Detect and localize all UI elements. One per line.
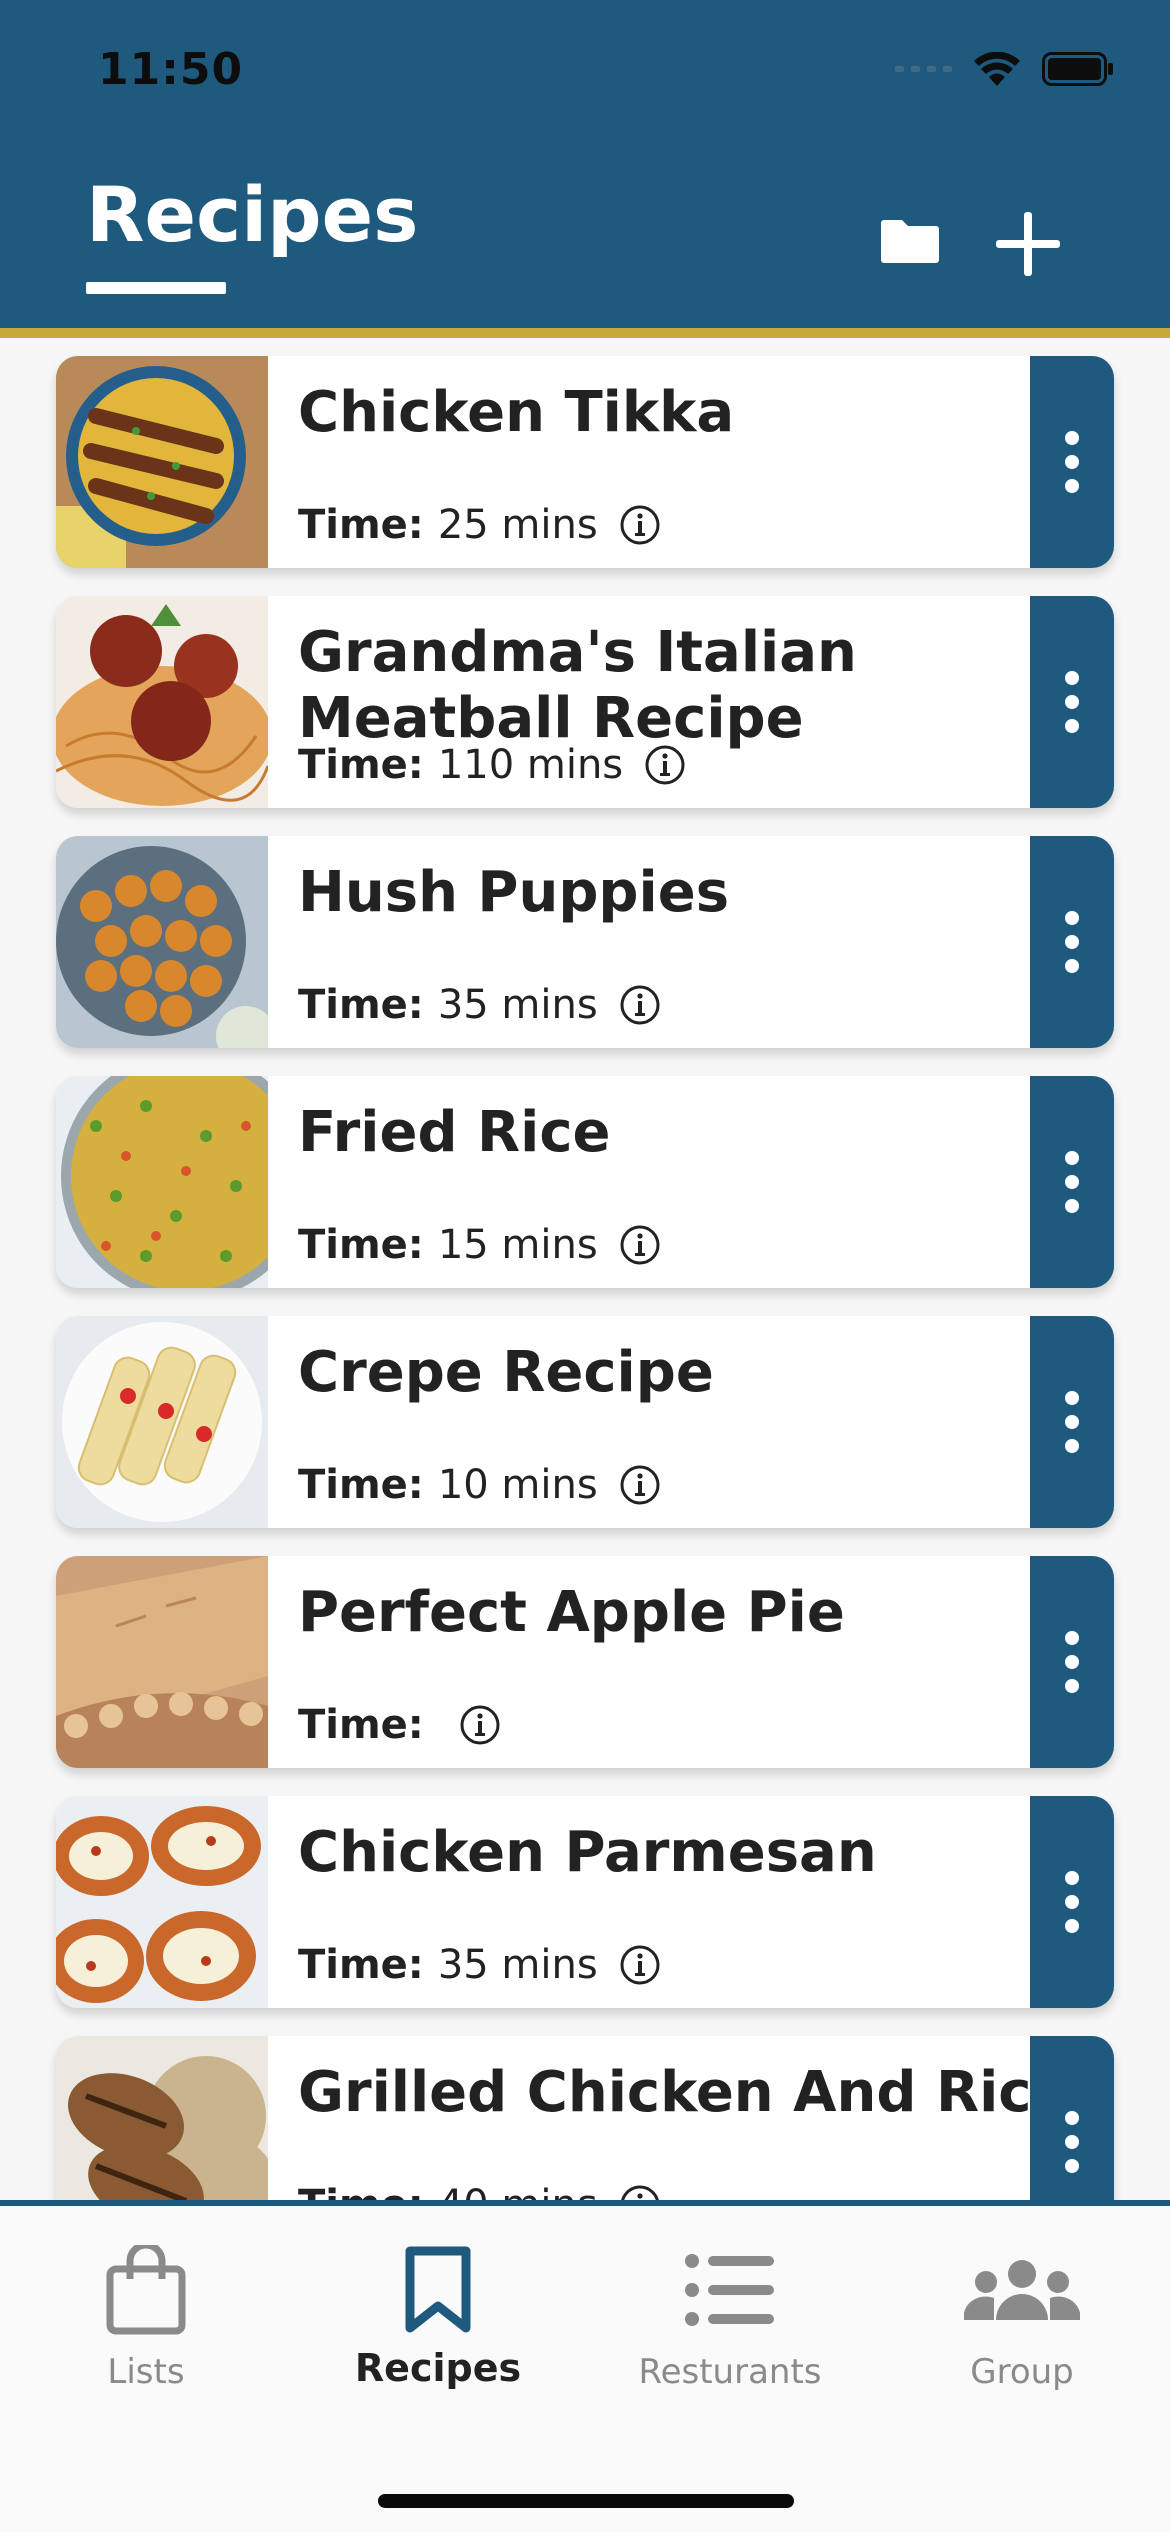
folder-button[interactable] <box>874 208 946 272</box>
recipe-thumbnail <box>56 1076 268 1288</box>
status-icons <box>895 52 1114 86</box>
time-value: 40 mins <box>438 2182 598 2200</box>
more-vertical-icon <box>1065 911 1079 973</box>
status-time: 11:50 <box>98 44 244 95</box>
shopping-bag-icon <box>106 2245 186 2335</box>
info-icon[interactable] <box>458 1703 502 1747</box>
recipe-name: Fried Rice <box>298 1100 611 1165</box>
cellular-signal-icon <box>895 66 952 72</box>
time-label: Time: <box>298 1222 424 1268</box>
more-vertical-icon <box>1065 671 1079 733</box>
more-vertical-icon <box>1065 431 1079 493</box>
info-icon[interactable] <box>618 503 662 547</box>
recipe-time: Time: 10 mins <box>298 1462 662 1508</box>
tab-label: Recipes <box>354 2346 522 2390</box>
more-options-button[interactable] <box>1030 1076 1114 1288</box>
app-header: 11:50 Recipes <box>0 0 1170 328</box>
more-vertical-icon <box>1065 1391 1079 1453</box>
recipe-name: Perfect Apple Pie <box>298 1580 845 1645</box>
time-label: Time: <box>298 2182 424 2200</box>
recipe-card[interactable]: Chicken Parmesan Time: 35 mins <box>56 1796 1114 2008</box>
home-indicator <box>378 2494 794 2508</box>
time-value: 35 mins <box>437 982 598 1028</box>
more-vertical-icon <box>1065 2111 1079 2173</box>
bookmark-icon <box>405 2246 471 2333</box>
page-title: Recipes <box>86 170 419 259</box>
info-icon[interactable] <box>618 1463 662 1507</box>
tab-label: Lists <box>107 2352 185 2392</box>
time-value: 35 mins <box>437 1942 598 1988</box>
recipe-card[interactable]: Perfect Apple Pie Time: <box>56 1556 1114 1768</box>
time-label: Time: <box>298 742 424 788</box>
time-label: Time: <box>298 1702 424 1748</box>
header-accent-line <box>0 328 1170 338</box>
list-icon <box>685 2254 774 2326</box>
recipe-list[interactable]: Chicken Tikka Time: 25 mins Grandma's It… <box>0 338 1170 2200</box>
recipe-time: Time: <box>298 1702 502 1748</box>
more-options-button[interactable] <box>1030 1796 1114 2008</box>
recipe-thumbnail <box>56 836 268 1048</box>
more-options-button[interactable] <box>1030 836 1114 1048</box>
tab-resturants[interactable]: Resturants <box>584 2242 876 2432</box>
time-label: Time: <box>298 1942 424 1988</box>
info-icon[interactable] <box>618 2183 662 2200</box>
battery-icon <box>1042 52 1113 86</box>
time-value: 110 mins <box>437 742 624 788</box>
more-options-button[interactable] <box>1030 356 1114 568</box>
tab-label: Group <box>970 2352 1074 2392</box>
more-options-button[interactable] <box>1030 596 1114 808</box>
recipe-thumbnail <box>56 1796 268 2008</box>
info-icon[interactable] <box>643 743 687 787</box>
recipe-name: Grandma's Italian Meatball Recipe <box>298 620 857 751</box>
tab-label: Resturants <box>638 2352 822 2392</box>
recipe-thumbnail <box>56 356 268 568</box>
recipe-name: Chicken Tikka <box>298 380 735 445</box>
more-vertical-icon <box>1065 1631 1079 1693</box>
recipe-time: Time: 35 mins <box>298 1942 662 1988</box>
recipe-thumbnail <box>56 1556 268 1768</box>
more-options-button[interactable] <box>1030 1556 1114 1768</box>
plus-icon <box>996 212 1060 276</box>
time-label: Time: <box>298 1462 424 1508</box>
tab-group[interactable]: Group <box>876 2242 1168 2432</box>
recipe-time: Time: 110 mins <box>298 742 687 788</box>
more-vertical-icon <box>1065 1151 1079 1213</box>
recipe-card[interactable]: Grandma's Italian Meatball Recipe Time: … <box>56 596 1114 808</box>
time-value: 15 mins <box>437 1222 598 1268</box>
tab-bar: Lists Recipes Resturants Group <box>0 2200 1170 2532</box>
recipe-name: Chicken Parmesan <box>298 1820 877 1885</box>
recipe-time: Time: 25 mins <box>298 502 662 548</box>
folder-icon <box>881 220 939 263</box>
info-icon[interactable] <box>618 1223 662 1267</box>
recipe-time: Time: 35 mins <box>298 982 662 1028</box>
recipe-name: Grilled Chicken And Rice <box>298 2060 1070 2125</box>
more-options-button[interactable] <box>1030 2036 1114 2200</box>
recipe-card[interactable]: Fried Rice Time: 15 mins <box>56 1076 1114 1288</box>
group-icon <box>964 2260 1080 2320</box>
add-recipe-button[interactable] <box>990 206 1066 282</box>
recipe-time: Time: 15 mins <box>298 1222 662 1268</box>
recipe-card[interactable]: Hush Puppies Time: 35 mins <box>56 836 1114 1048</box>
recipe-card[interactable]: Crepe Recipe Time: 10 mins <box>56 1316 1114 1528</box>
wifi-icon <box>974 52 1020 86</box>
tab-lists[interactable]: Lists <box>0 2242 292 2432</box>
time-label: Time: <box>298 502 424 548</box>
time-value: 25 mins <box>437 502 598 548</box>
recipe-thumbnail <box>56 596 268 808</box>
recipe-time: Time: 40 mins <box>298 2182 662 2200</box>
recipe-card[interactable]: Chicken Tikka Time: 25 mins <box>56 356 1114 568</box>
recipe-thumbnail <box>56 1316 268 1528</box>
recipe-name: Hush Puppies <box>298 860 730 925</box>
time-value: 10 mins <box>437 1462 598 1508</box>
recipe-card[interactable]: Grilled Chicken And Rice Time: 40 mins <box>56 2036 1114 2200</box>
info-icon[interactable] <box>618 983 662 1027</box>
info-icon[interactable] <box>618 1943 662 1987</box>
more-vertical-icon <box>1065 1871 1079 1933</box>
time-label: Time: <box>298 982 424 1028</box>
recipe-name: Crepe Recipe <box>298 1340 714 1405</box>
tab-recipes[interactable]: Recipes <box>292 2242 584 2432</box>
title-underline <box>86 282 226 294</box>
recipe-thumbnail <box>56 2036 268 2200</box>
more-options-button[interactable] <box>1030 1316 1114 1528</box>
